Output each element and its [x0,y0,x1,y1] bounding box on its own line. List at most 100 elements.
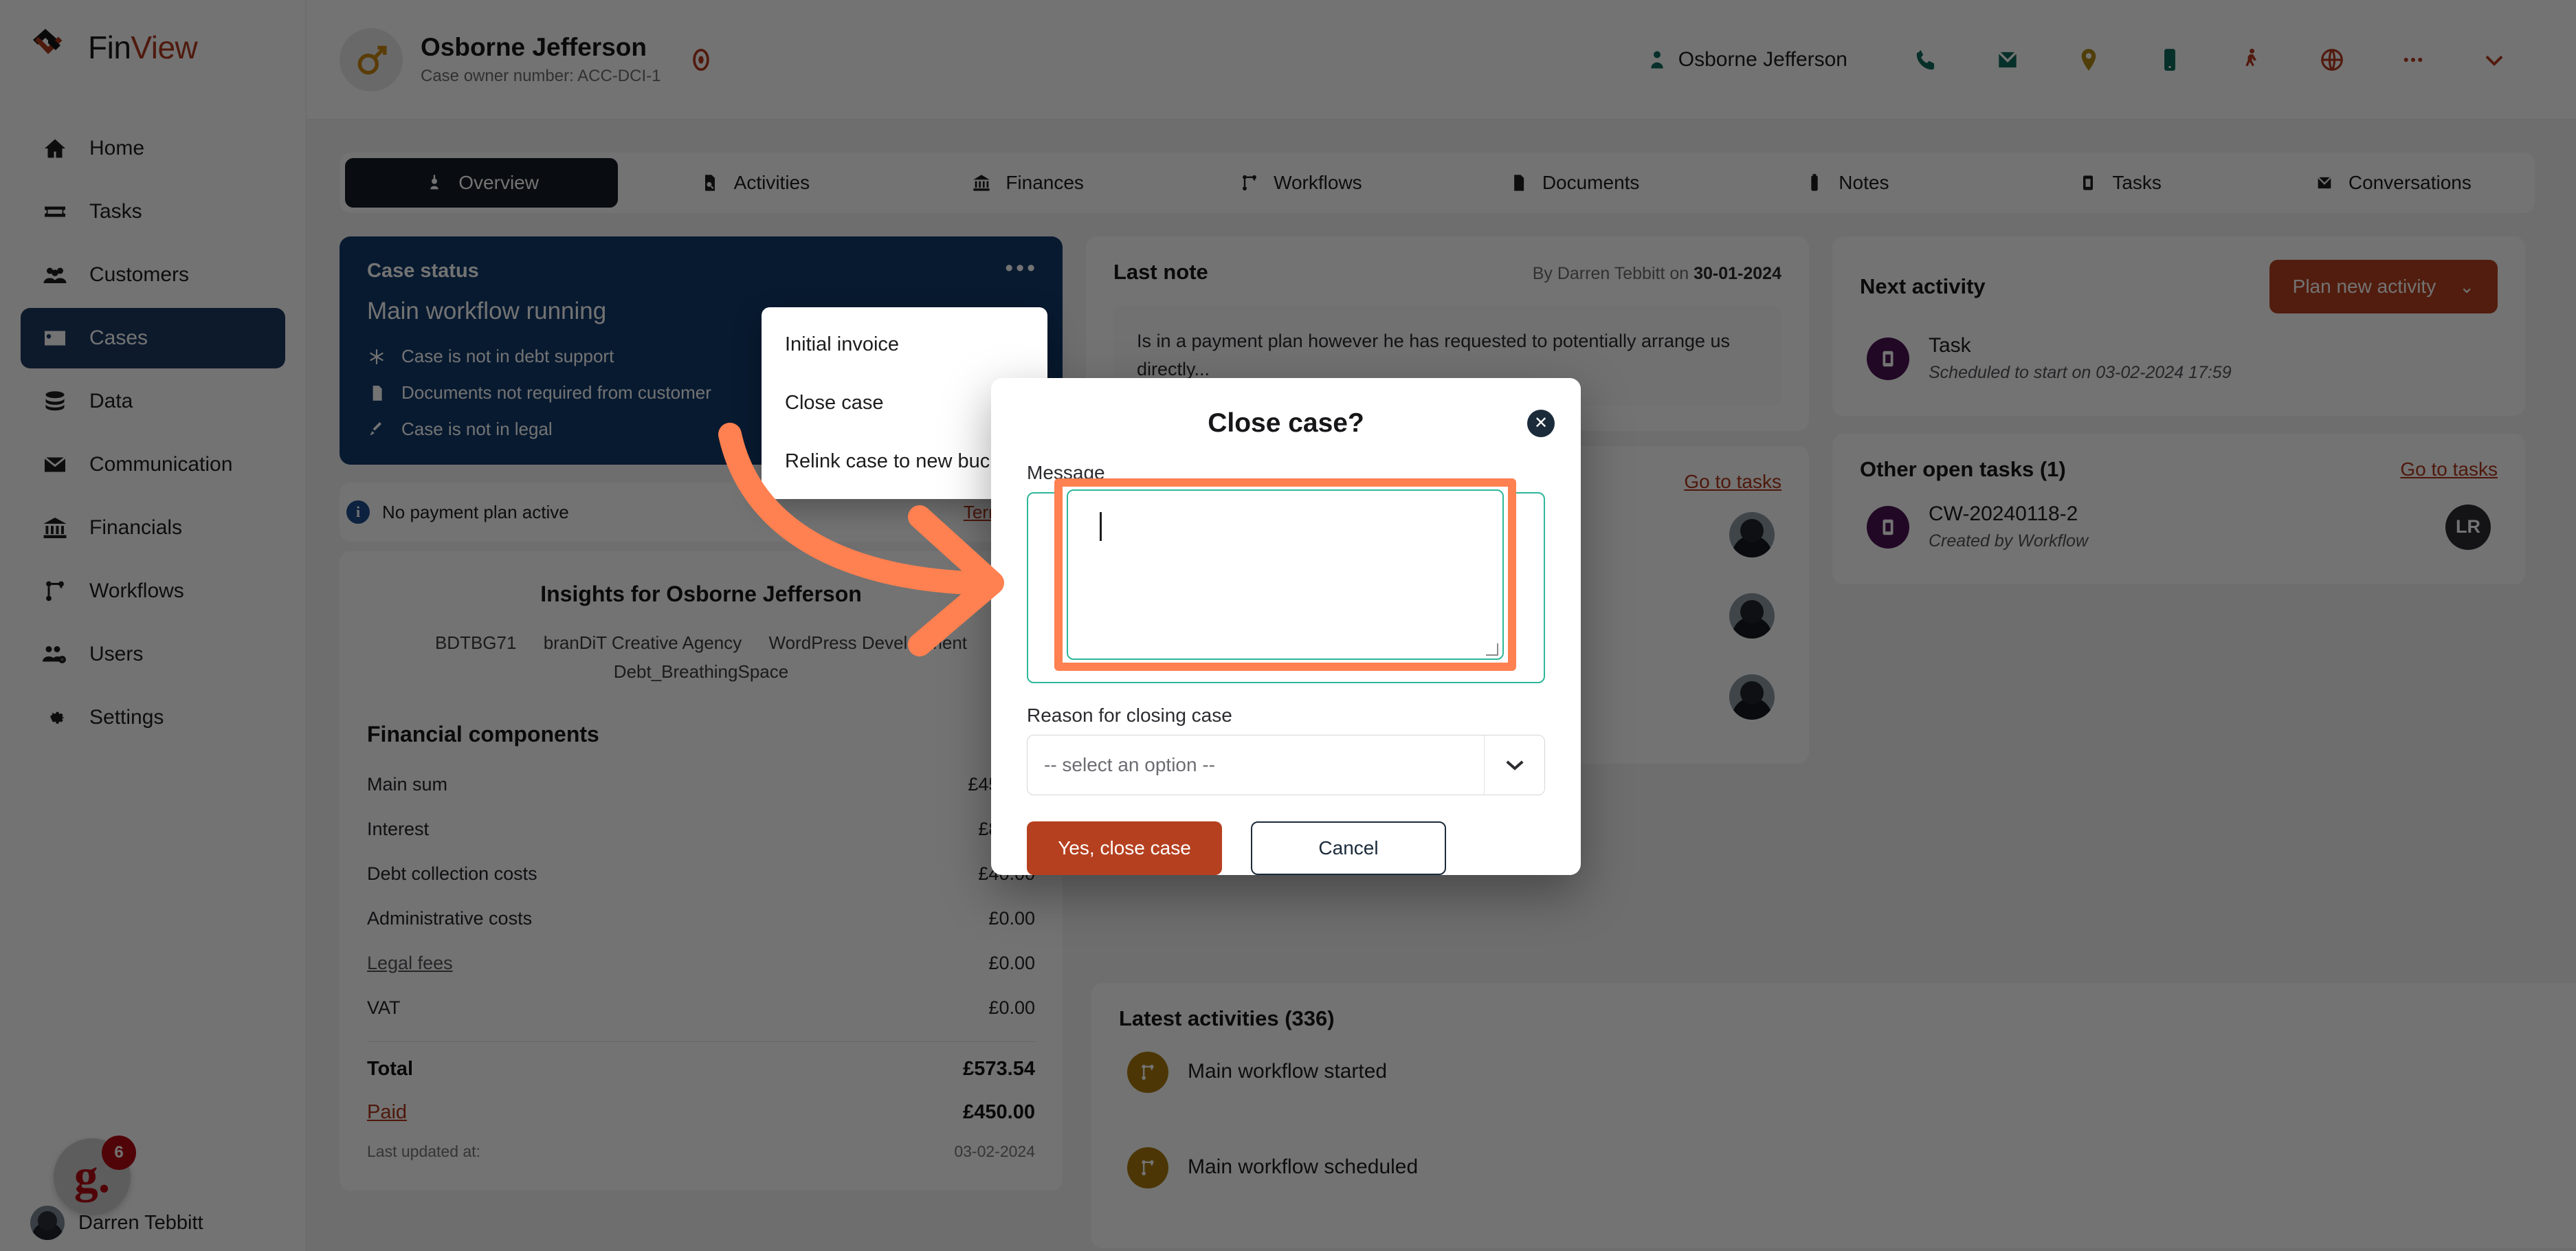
globe-icon[interactable] [2291,39,2373,80]
chevron-down-icon[interactable] [2454,39,2535,80]
right-column: Next activity Plan new activity ⌄ Task S… [1832,236,2525,584]
reason-select[interactable]: -- select an option -- [1027,735,1545,795]
total-row: Total £573.54 [367,1046,1035,1092]
table-row: Interest £83.54 [367,807,1035,852]
mobile-icon[interactable] [2129,39,2210,80]
sidebar-item-customers[interactable]: Customers [21,245,285,305]
tab-notes[interactable]: Notes [1710,158,1983,208]
database-icon [41,388,69,415]
insights-card: Insights for Osborne Jefferson BDTBG71 b… [340,551,1063,1191]
legal-fees-link[interactable]: Legal fees [367,953,453,974]
next-activity-item[interactable]: Task Scheduled to start on 03-02-2024 17… [1860,313,2498,390]
list-item-subtitle: Created by Workflow [1929,531,2089,551]
list-item[interactable]: Main workflow scheduled 03-02-2024 10:01… [1119,1127,2576,1222]
list-item[interactable]: CW-20240118-2 Created by Workflow LR [1860,482,2498,558]
paid-value: £450.00 [963,1100,1035,1123]
ellipsis-icon[interactable] [2373,39,2454,80]
plan-new-activity-button[interactable]: Plan new activity ⌄ [2269,260,2498,313]
task-icon [1867,337,1909,380]
last-updated-label: Last updated at: [367,1142,480,1160]
people-icon [41,261,69,289]
financial-components-title: Financial components [367,722,599,747]
envelope-icon[interactable] [1967,39,2048,80]
tab-workflows[interactable]: Workflows [1164,158,1437,208]
chat-unread-badge: 6 [102,1136,136,1170]
last-note-meta: By Darren Tebbitt on 30-01-2024 [1533,264,1781,284]
sidebar-item-financials[interactable]: Financials [21,498,285,558]
overview-icon [424,172,445,194]
task-icon [1867,505,1909,549]
divider [367,1041,1035,1043]
tab-activities[interactable]: Activities [618,158,891,208]
avatar-initials: LR [2445,504,2491,550]
paid-link[interactable]: Paid [367,1101,407,1124]
tab-label: Overview [458,172,539,193]
sidebar-footer: g. 6 Darren Tebbitt [0,1136,307,1251]
home-icon [41,135,69,162]
sidebar-current-user[interactable]: Darren Tebbitt [30,1206,203,1240]
case-tabs: Overview Activities Finances Workflows D… [340,153,2535,213]
avatar [1729,674,1775,720]
list-item-label: Case is not in debt support [401,346,614,366]
case-status-title: Case status [367,260,479,282]
header-actions: Osborne Jefferson [1647,39,2535,80]
sidebar-item-label: Users [89,643,144,665]
workflow-icon [1127,1052,1168,1093]
tab-documents[interactable]: Documents [1437,158,1710,208]
workflow-icon [1239,172,1260,194]
list-item-label: Documents not required from customer [401,382,711,403]
tab-tasks[interactable]: Tasks [1984,158,2256,208]
row-label: Debt collection costs [367,863,537,885]
tab-finances[interactable]: Finances [891,158,1164,208]
confirm-close-case-button[interactable]: Yes, close case [1027,821,1222,875]
brand-name: FinView [88,30,198,65]
sidebar-item-data[interactable]: Data [21,371,285,432]
sidebar-item-cases[interactable]: Cases [21,308,285,368]
sidebar-item-workflows[interactable]: Workflows [21,561,285,621]
location-pin-icon[interactable] [2048,39,2129,80]
close-icon[interactable]: ✕ [1527,410,1555,437]
person-walking-icon[interactable] [2210,39,2291,80]
next-activity-title: Next activity [1860,274,1986,298]
reason-label: Reason for closing case [1027,705,1232,726]
sidebar-item-label: Communication [89,453,233,476]
sidebar-item-communication[interactable]: Communication [21,434,285,495]
person-icon [1647,48,1667,71]
brand-logo[interactable]: FinView [0,0,306,69]
menu-item-initial-invoice[interactable]: Initial invoice [762,315,1047,374]
sidebar-item-label: Cases [89,326,148,349]
tab-conversations[interactable]: Conversations [2256,158,2529,208]
other-open-tasks-title: Other open tasks (1) [1860,457,2066,481]
document-icon [367,384,386,403]
table-row: VAT £0.00 [367,986,1035,1030]
total-value: £573.54 [963,1057,1035,1080]
sidebar-item-label: Financials [89,516,183,539]
total-label: Total [367,1057,414,1080]
sidebar: FinView Home Tasks Customers Cases Data … [0,0,307,1251]
sidebar-nav: Home Tasks Customers Cases Data Communic… [0,118,306,748]
payment-plan-text: No payment plan active [382,501,569,522]
cancel-button[interactable]: Cancel [1251,821,1446,875]
message-label: Message [1027,462,1105,483]
ellipsis-icon[interactable]: ••• [1005,256,1038,280]
chevron-down-icon: ⌄ [2459,276,2474,297]
header-account[interactable]: Osborne Jefferson [1647,48,1847,71]
sidebar-item-settings[interactable]: Settings [21,687,285,748]
latest-activities-card: Latest activities (336) Go to activities… [1091,983,2576,1248]
list-item[interactable]: Main workflow started 03-02-2024 10:01 B… [1119,1031,2576,1127]
sidebar-item-home[interactable]: Home [21,118,285,179]
sidebar-item-users[interactable]: Users [21,624,285,685]
chat-widget-button[interactable]: g. 6 [54,1136,136,1215]
target-icon[interactable] [689,48,713,71]
go-to-tasks-link[interactable]: Go to tasks [2400,458,2498,480]
sidebar-item-tasks[interactable]: Tasks [21,181,285,242]
tab-overview[interactable]: Overview [345,158,619,208]
reason-select-value: -- select an option -- [1044,754,1215,775]
next-activity-card: Next activity Plan new activity ⌄ Task S… [1832,236,2525,416]
info-icon: i [346,500,370,524]
next-activity-item-subtitle: Scheduled to start on 03-02-2024 17:59 [1929,363,2232,382]
phone-icon[interactable] [1886,39,1967,80]
go-to-tasks-link[interactable]: Go to tasks [1684,471,1781,493]
paid-row: Paid £450.00 [367,1092,1035,1133]
sidebar-item-label: Workflows [89,579,184,602]
